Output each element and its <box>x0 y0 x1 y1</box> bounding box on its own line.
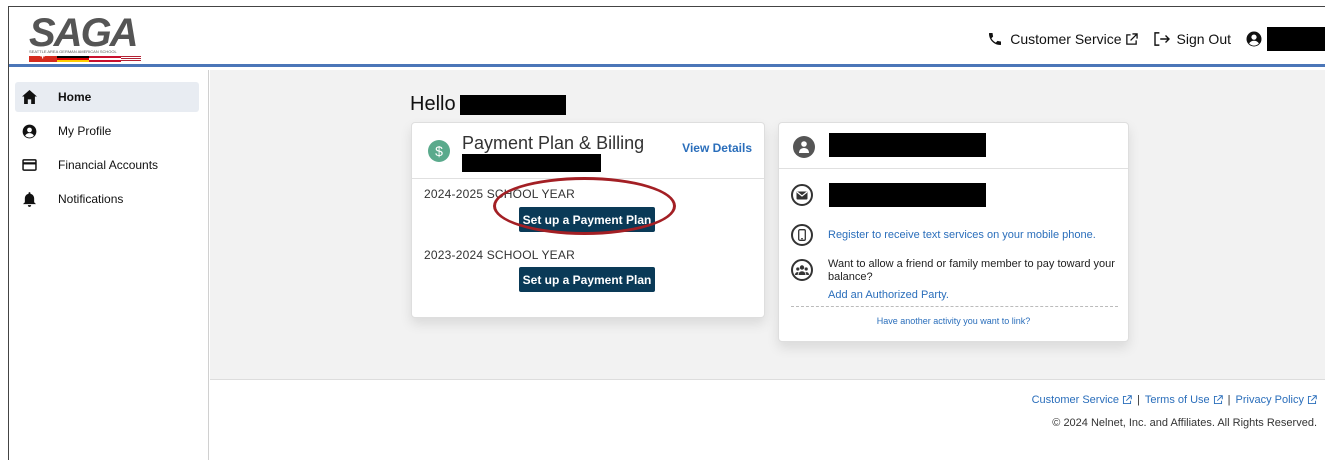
redacted-email <box>829 183 986 207</box>
logo-flags <box>29 51 143 62</box>
german-flag-icon <box>57 56 89 62</box>
copyright-text: © 2024 Nelnet, Inc. and Affiliates. All … <box>1052 417 1317 429</box>
home-icon <box>21 89 37 105</box>
mobile-phone-icon <box>791 224 813 246</box>
saga-logo[interactable]: SAGA SEATTLE AREA GERMAN AMERICAN SCHOOL <box>25 11 153 62</box>
register-text-services-link[interactable]: Register to receive text services on you… <box>828 229 1096 241</box>
payment-plan-card-header: $ Payment Plan & Billing View Details <box>412 123 764 179</box>
user-circle-icon <box>21 123 37 139</box>
sidebar-item-financial-accounts[interactable]: Financial Accounts <box>15 150 199 180</box>
redacted-name <box>829 133 986 157</box>
footer: Customer Service | Terms of Use | Privac… <box>210 381 1325 460</box>
customer-service-link[interactable]: Customer Service <box>987 31 1138 47</box>
school-year-label: 2023-2024 SCHOOL YEAR <box>424 248 575 262</box>
group-users-icon <box>791 259 813 281</box>
phone-icon <box>989 33 1002 45</box>
sidebar-item-label: Notifications <box>58 192 124 206</box>
greeting-text: Hello <box>410 93 456 115</box>
external-link-icon <box>1122 395 1132 405</box>
footer-separator: | <box>1137 394 1140 406</box>
sign-out-label: Sign Out <box>1176 31 1231 47</box>
greeting: Hello <box>410 93 566 116</box>
sidebar-item-home[interactable]: Home <box>15 82 199 112</box>
app-frame: SAGA SEATTLE AREA GERMAN AMERICAN SCHOOL… <box>8 6 1325 460</box>
swiss-flag-icon <box>29 51 57 62</box>
another-activity-link[interactable]: Have another activity you want to link? <box>779 316 1128 326</box>
footer-link-label: Customer Service <box>1031 394 1120 406</box>
header-actions: Customer Service Sign Out <box>987 27 1325 51</box>
person-icon <box>793 136 815 158</box>
bell-icon <box>21 191 37 207</box>
dollar-icon: $ <box>428 140 450 162</box>
sidebar-item-notifications[interactable]: Notifications <box>15 184 199 214</box>
sidebar-item-my-profile[interactable]: My Profile <box>15 116 199 146</box>
envelope-icon <box>791 184 813 206</box>
sidebar-item-label: My Profile <box>58 124 112 138</box>
redacted-user-name <box>459 94 566 115</box>
footer-link-label: Privacy Policy <box>1235 394 1304 406</box>
external-link-icon <box>1213 395 1223 405</box>
us-flag-icon <box>121 56 141 62</box>
redacted-account-id <box>462 154 601 172</box>
austrian-flag-icon <box>89 56 121 62</box>
footer-terms-link[interactable]: Terms of Use <box>1145 394 1223 406</box>
external-link-icon <box>1307 395 1317 405</box>
payment-plan-card: $ Payment Plan & Billing View Details 20… <box>411 122 765 318</box>
school-year-label: 2024-2025 SCHOOL YEAR <box>424 187 575 201</box>
logo-text: SAGA <box>29 11 139 55</box>
sign-out-icon <box>1153 32 1170 46</box>
footer-separator: | <box>1227 394 1231 406</box>
sidebar-item-label: Financial Accounts <box>58 158 159 172</box>
redacted-username <box>1267 27 1325 51</box>
card-title: Payment Plan & Billing <box>462 133 645 153</box>
footer-link-label: Terms of Use <box>1144 394 1210 406</box>
sidebar: Home My Profile Financial Accounts Notif… <box>9 70 209 460</box>
setup-payment-plan-button[interactable]: Set up a Payment Plan <box>519 267 655 292</box>
sign-out-link[interactable]: Sign Out <box>1153 31 1231 47</box>
credit-card-icon <box>21 157 37 173</box>
customer-service-label: Customer Service <box>1010 31 1122 47</box>
footer-customer-service-link[interactable]: Customer Service <box>1032 394 1132 406</box>
contact-card-header <box>779 123 1128 169</box>
footer-privacy-link[interactable]: Privacy Policy <box>1236 394 1317 406</box>
user-circle-icon[interactable] <box>1245 30 1263 48</box>
sidebar-item-label: Home <box>58 90 92 104</box>
main-content: Hello $ Payment Plan & Billing View Deta… <box>210 70 1325 380</box>
add-authorized-party-link[interactable]: Add an Authorized Party. <box>828 289 949 301</box>
authorized-party-text: Want to allow a friend or family member … <box>828 258 1115 283</box>
footer-links: Customer Service | Terms of Use | Privac… <box>1032 394 1317 406</box>
external-link-icon <box>1125 32 1138 45</box>
view-details-link[interactable]: View Details <box>682 141 752 155</box>
contact-card: Register to receive text services on you… <box>778 122 1129 342</box>
top-header: SAGA SEATTLE AREA GERMAN AMERICAN SCHOOL… <box>9 7 1325 67</box>
divider <box>791 306 1118 307</box>
setup-payment-plan-button[interactable]: Set up a Payment Plan <box>519 207 655 232</box>
